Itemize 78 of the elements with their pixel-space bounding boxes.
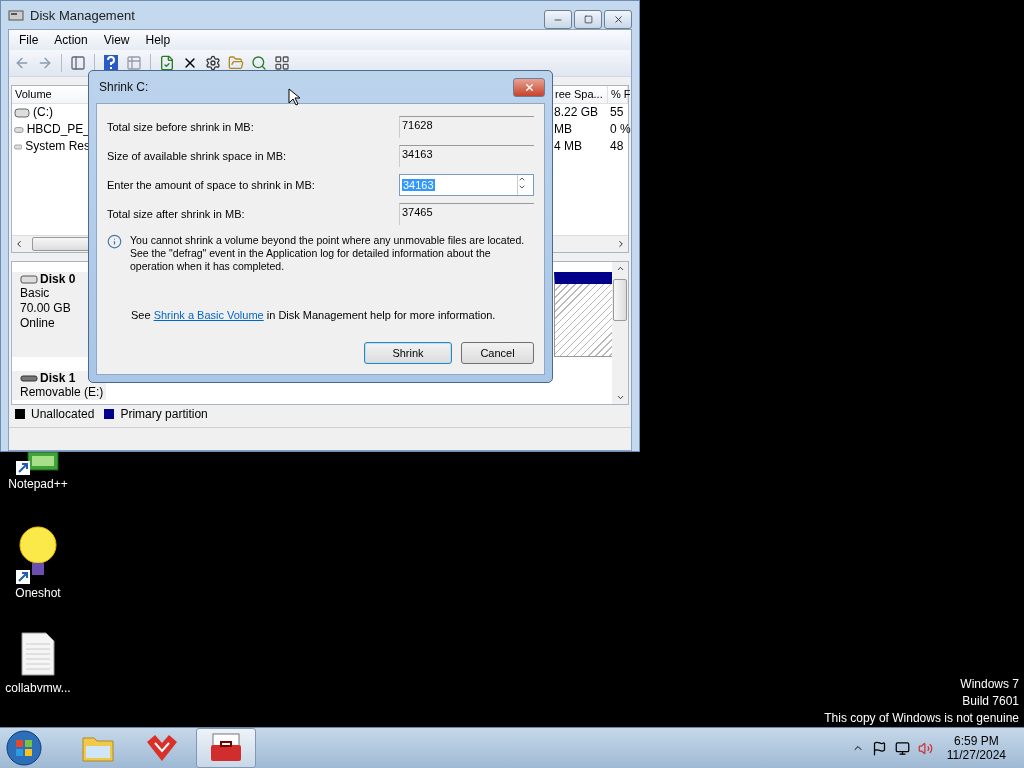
close-icon [523,81,535,93]
disk-app-icon [8,8,24,22]
close-button[interactable] [604,10,632,29]
disk-info-text: Removable (E:) [20,385,105,400]
vertical-scrollbar[interactable] [612,262,628,404]
free-space-cell-text: 4 MB [553,138,583,155]
disk-info-text: 70.00 GB [20,301,72,316]
field-label: Total size after shrink in MB: [107,207,245,220]
field-label: Total size before shrink in MB: [107,120,254,133]
percent-free-cell-text: 48 [609,138,625,155]
menu-item[interactable]: View [97,33,136,47]
windows-notice-text: Build 7601 [962,693,1019,710]
start-orb-icon[interactable] [6,730,42,766]
desktop-icon-label[interactable]: collabvmw... [5,681,71,695]
close-icon [612,14,624,25]
dialog-button[interactable]: Shrink [364,342,452,364]
grid-icon[interactable] [273,54,291,72]
toolbox-icon [209,733,243,763]
drive-icon [14,141,23,152]
menu-item[interactable]: File [13,33,45,47]
help-icon[interactable] [102,54,120,72]
clock[interactable]: 6:59 PM 11/27/2024 [946,734,1006,762]
volume-name: (C:) [33,104,53,121]
search-icon[interactable] [250,54,268,72]
column-header[interactable]: % F [608,86,628,104]
field-label: Size of available shrink space in MB: [107,149,287,162]
windows-notice-text: Windows 7 [960,676,1019,693]
flag-icon[interactable] [871,740,887,756]
network-icon[interactable] [894,740,910,756]
legend-label: Unallocated [31,407,95,421]
dialog-button[interactable]: Cancel [461,342,534,364]
close-button[interactable] [513,77,545,97]
free-space-cell-text: 8.22 GB [553,104,600,121]
dialog-title: Shrink C: [99,80,149,94]
scroll-right-icon[interactable] [616,239,626,249]
folder-icon[interactable] [227,54,245,72]
disk-name: Disk 0 [40,272,76,286]
help-text: See Shrink a Basic Volume in Disk Management help for more information. [131,309,497,321]
disk-name: Disk 1 [40,371,76,385]
info-icon [107,234,122,249]
help-link[interactable]: Shrink a Basic Volume [153,309,264,321]
menu-item[interactable]: Action [48,33,94,47]
free-space-cell-text: MB [553,121,573,138]
taskbar-app-button[interactable] [196,728,256,768]
settings-icon[interactable] [204,54,222,72]
volume-name: HBCD_PE_ [26,121,90,138]
panel-icon[interactable] [69,54,87,72]
percent-free-cell-text: 55 [609,104,625,121]
menu-item[interactable]: Help [139,33,177,47]
file-check-icon[interactable] [158,54,176,72]
legend-label: Primary partition [120,407,208,421]
document-icon [21,632,55,676]
mouse-cursor-icon [288,88,300,106]
desktop-icon-label[interactable]: Oneshot [15,586,61,600]
minimize-button[interactable] [544,10,572,29]
readonly-value-field: 71628 [399,115,534,138]
drive-icon [14,124,24,135]
disk-info-text: Online [20,316,56,331]
folder-icon [82,734,114,762]
scroll-left-icon[interactable] [14,239,24,249]
scroll-down-icon[interactable] [615,393,625,402]
readonly-value-field: 37465 [399,202,534,225]
desktop-icon-label[interactable]: Notepad++ [8,477,68,491]
scroll-up-icon[interactable] [615,264,625,273]
column-header[interactable]: ree Spa... [552,86,608,104]
table-icon[interactable] [125,54,143,72]
disk-info-text: Basic [20,286,51,301]
shrink-note: You cannot shrink a volume beyond the point where any unmovable files are located. See the "defrag" event in the Application log for detailed information about the operation when it has completed. [130,234,526,273]
drive-icon [14,107,30,118]
readonly-value-field: 34163 [399,144,534,167]
field-label: Enter the amount of space to shrink in MB: [107,178,315,191]
removable-drive-icon [20,373,38,383]
fox-app-icon [145,734,179,762]
windows-notice-text: This copy of Windows is not genuine [824,710,1019,727]
partition-block[interactable] [554,272,612,357]
maximize-icon [583,15,593,24]
maximize-button[interactable] [574,10,602,29]
window-title: Disk Management [30,7,136,23]
